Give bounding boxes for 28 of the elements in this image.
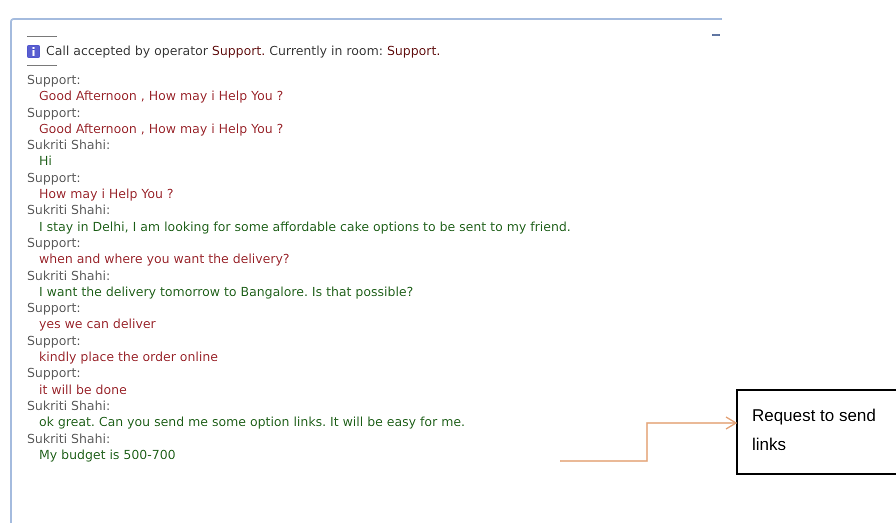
message-text: How may i Help You ?: [38, 186, 175, 202]
message-text: Hi: [38, 153, 53, 170]
message-text: Good Afternoon , How may i Help You ?: [38, 88, 284, 105]
sender-name: Sukriti Shahi:: [27, 137, 112, 154]
sender-name: Support:: [27, 300, 82, 316]
minimize-icon[interactable]: [712, 34, 720, 36]
call-status-text: Call accepted by operator Support. Currently in room: Support.: [46, 42, 440, 60]
sender-name: Sukriti Shahi:: [27, 202, 112, 219]
sender-name: Support:: [27, 332, 82, 350]
sender-name: Support:: [27, 365, 82, 382]
callout-box: Request to send links: [736, 389, 896, 475]
message-text: I want the delivery tomorrow to Bangalore. Is that possible?: [38, 284, 414, 300]
message-text: ok great. Can you send me some option links. It will be easy for me.: [38, 414, 466, 431]
sender-name: Support:: [27, 170, 82, 186]
message-text: Good Afternoon , How may i Help You ?: [38, 120, 284, 138]
message-text: it will be done: [38, 382, 128, 398]
message-text: when and where you want the delivery?: [38, 251, 291, 268]
sender-name: Support:: [27, 72, 82, 88]
message-text: yes we can deliver: [38, 316, 157, 333]
sender-name: Support:: [27, 234, 82, 252]
sender-name: Sukriti Shahi:: [27, 430, 112, 447]
sender-name: Sukriti Shahi:: [27, 268, 112, 284]
info-icon: [27, 44, 40, 58]
message-text: My budget is 500-700: [38, 446, 177, 464]
sender-name: Sukriti Shahi:: [27, 398, 112, 414]
message-text: kindly place the order online: [38, 349, 219, 366]
sender-name: Support:: [27, 104, 82, 121]
message-text: I stay in Delhi, I am looking for some affordable cake options to be sent to my friend.: [38, 218, 572, 235]
